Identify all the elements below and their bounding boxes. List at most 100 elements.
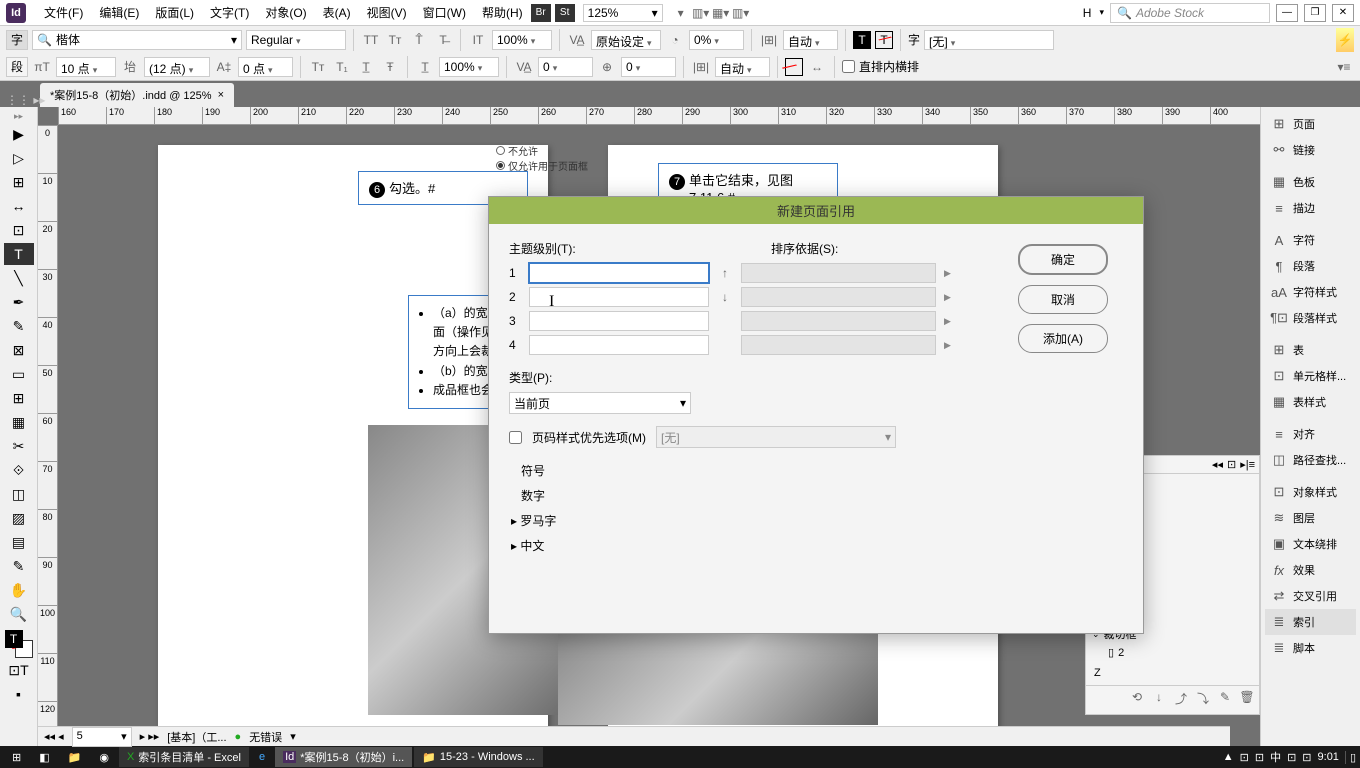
none-swatch-icon[interactable]: ⁄ (785, 58, 803, 76)
tracking2-icon[interactable]: VA̲ (514, 57, 534, 77)
auto2-select[interactable]: 自动 (715, 57, 770, 77)
sort-by-1-input[interactable] (741, 263, 936, 283)
menu-edit[interactable]: 编辑(E) (91, 4, 147, 21)
list-item-number[interactable]: 数字 (509, 483, 1003, 508)
menu-table[interactable]: 表(A) (315, 4, 359, 21)
document-tab[interactable]: *案例15-8（初始）.indd @ 125% × (40, 83, 234, 107)
baseline-input[interactable]: 0 点 (238, 57, 293, 77)
panel-align[interactable]: ≡对齐 (1265, 421, 1356, 447)
note-tool[interactable]: ▤ (4, 531, 34, 553)
gap-tool[interactable]: ↔ (4, 195, 34, 217)
panel-char[interactable]: A字符 (1265, 227, 1356, 253)
tray-icon-3[interactable]: ⊡ (1287, 751, 1296, 764)
hscale-icon[interactable]: T̲ (415, 57, 435, 77)
gradient-swatch-tool[interactable]: ◫ (4, 483, 34, 505)
smallcaps-icon[interactable]: Tᴛ (385, 30, 405, 50)
hscale-input[interactable]: 100% (439, 57, 499, 77)
panel-swatches[interactable]: ▦色板 (1265, 169, 1356, 195)
lang-select[interactable]: [无] (924, 30, 1054, 50)
tt-icon[interactable]: TT (361, 30, 381, 50)
panel-layers[interactable]: ≋图层 (1265, 505, 1356, 531)
tab-close-icon[interactable]: × (218, 89, 224, 101)
subscript-icon[interactable]: Tт (308, 57, 328, 77)
panel-index[interactable]: ≣索引 (1265, 609, 1356, 635)
zoom-select[interactable]: 125%▾ (583, 4, 663, 22)
zoom-tool[interactable]: 🔍 (4, 603, 34, 625)
panel-scripts[interactable]: ≣脚本 (1265, 635, 1356, 661)
start-button[interactable]: ⊞ (4, 747, 29, 767)
eyedropper-tool[interactable]: ✎ (4, 555, 34, 577)
pen-tool[interactable]: ✒ (4, 291, 34, 313)
rotate-input[interactable]: 0 (621, 57, 676, 77)
sort-by-3-input[interactable] (741, 311, 936, 331)
page-tool[interactable]: ⊞ (4, 171, 34, 193)
panel-stroke[interactable]: ≡描边 (1265, 195, 1356, 221)
tabbar-collapse-icon[interactable]: ⋮⋮ ▸▸ (6, 93, 45, 107)
show-desktop[interactable]: ▯ (1345, 751, 1356, 764)
topic-level-1-input[interactable] (529, 263, 709, 283)
type-tool[interactable]: T (4, 243, 34, 265)
panel-cell-styles[interactable]: ⊡单元格样... (1265, 363, 1356, 389)
kerning-select[interactable]: 原始设定 (591, 30, 661, 50)
stock-icon[interactable]: St (555, 4, 575, 22)
bridge-icon[interactable]: Br (531, 4, 551, 22)
panel-effects[interactable]: fx效果 (1265, 557, 1356, 583)
panel-char-styles[interactable]: aA字符样式 (1265, 279, 1356, 305)
view-mode-normal[interactable]: ▪ (4, 683, 34, 705)
topic-level-2-input[interactable] (529, 287, 709, 307)
skew-icon[interactable]: ◔ (665, 30, 685, 50)
list-item-chinese[interactable]: ▸ 中文 (509, 533, 1003, 558)
leading-icon[interactable]: 坮 (120, 57, 140, 77)
panel-menu-icon[interactable]: ▾≡ (1334, 57, 1354, 77)
grid-icon[interactable]: |⊞| (759, 30, 779, 50)
strike2-icon[interactable]: Ŧ (380, 57, 400, 77)
taskbar-app-3[interactable]: ◉ (91, 747, 117, 767)
menu-file[interactable]: 文件(F) (36, 4, 91, 21)
taskbar-indesign[interactable]: Id*案例15-8（初始）i... (275, 747, 412, 767)
panel-icon-4[interactable]: ⤵ (1195, 690, 1211, 707)
panel-menu-glyph[interactable]: ▸|≡ (1240, 458, 1255, 471)
direct-selection-tool[interactable]: ▷ (4, 147, 34, 169)
strikethrough-icon[interactable]: T̶ (433, 30, 453, 50)
stroke-t-icon[interactable]: T⁄ (875, 31, 893, 49)
list-item-symbol[interactable]: 符号 (509, 458, 1003, 483)
panel-collapse-icon[interactable]: ◂◂ (1212, 458, 1223, 471)
panel-table[interactable]: ⊞表 (1265, 337, 1356, 363)
skew-input[interactable]: 0% (689, 30, 744, 50)
override-checkbox[interactable] (509, 431, 522, 444)
clock[interactable]: 9:01 (1318, 751, 1339, 763)
taskbar-excel[interactable]: X索引条目清单 - Excel (119, 747, 249, 767)
panel-text-wrap[interactable]: ▣文本绕排 (1265, 531, 1356, 557)
grid2-icon[interactable]: |⊞| (691, 57, 711, 77)
list-item-roman[interactable]: ▸ 罗马字 (509, 508, 1003, 533)
type-select[interactable]: 当前页▾ (509, 392, 691, 414)
font-family-input[interactable]: 🔍 楷体 ▾ (32, 30, 242, 50)
menu-layout[interactable]: 版面(L) (147, 4, 202, 21)
hand-tool[interactable]: ✋ (4, 579, 34, 601)
topic-level-3-input[interactable] (529, 311, 709, 331)
stock-search[interactable]: 🔍 Adobe Stock (1110, 3, 1270, 23)
scissors-tool[interactable]: ✂ (4, 435, 34, 457)
panel-xref[interactable]: ⇄交叉引用 (1265, 583, 1356, 609)
topic-level-4-input[interactable] (529, 335, 709, 355)
direction-icon[interactable]: ↔ (807, 57, 827, 77)
tracking-label-icon[interactable]: A‡ (214, 57, 234, 77)
panel-pathfinder[interactable]: ◫路径查找... (1265, 447, 1356, 473)
panel-icon-new[interactable]: ✎ (1217, 690, 1233, 707)
content-collector-tool[interactable]: ⊡ (4, 219, 34, 241)
minimize-button[interactable]: — (1276, 4, 1298, 22)
panel-links[interactable]: ⚯链接 (1265, 137, 1356, 163)
tray-icon-4[interactable]: ⊡ (1302, 751, 1311, 764)
panel-icon-trash[interactable]: 🗑 (1239, 690, 1255, 707)
preflight-preset[interactable]: [基本]（工... (167, 729, 226, 745)
vscale-input[interactable]: 100% (492, 30, 552, 50)
panel-obj-styles[interactable]: ⊡对象样式 (1265, 479, 1356, 505)
cancel-button[interactable]: 取消 (1018, 285, 1108, 314)
tray-icon-2[interactable]: ⊡ (1255, 751, 1264, 764)
auto1-select[interactable]: 自动 (783, 30, 838, 50)
add-button[interactable]: 添加(A) (1018, 324, 1108, 353)
menu-object[interactable]: 对象(O) (257, 4, 314, 21)
screen-mode-icon[interactable]: ▥▾ (691, 3, 711, 23)
tri-right-icon[interactable]: ▶ (944, 292, 951, 303)
panel-para[interactable]: ¶段落 (1265, 253, 1356, 279)
